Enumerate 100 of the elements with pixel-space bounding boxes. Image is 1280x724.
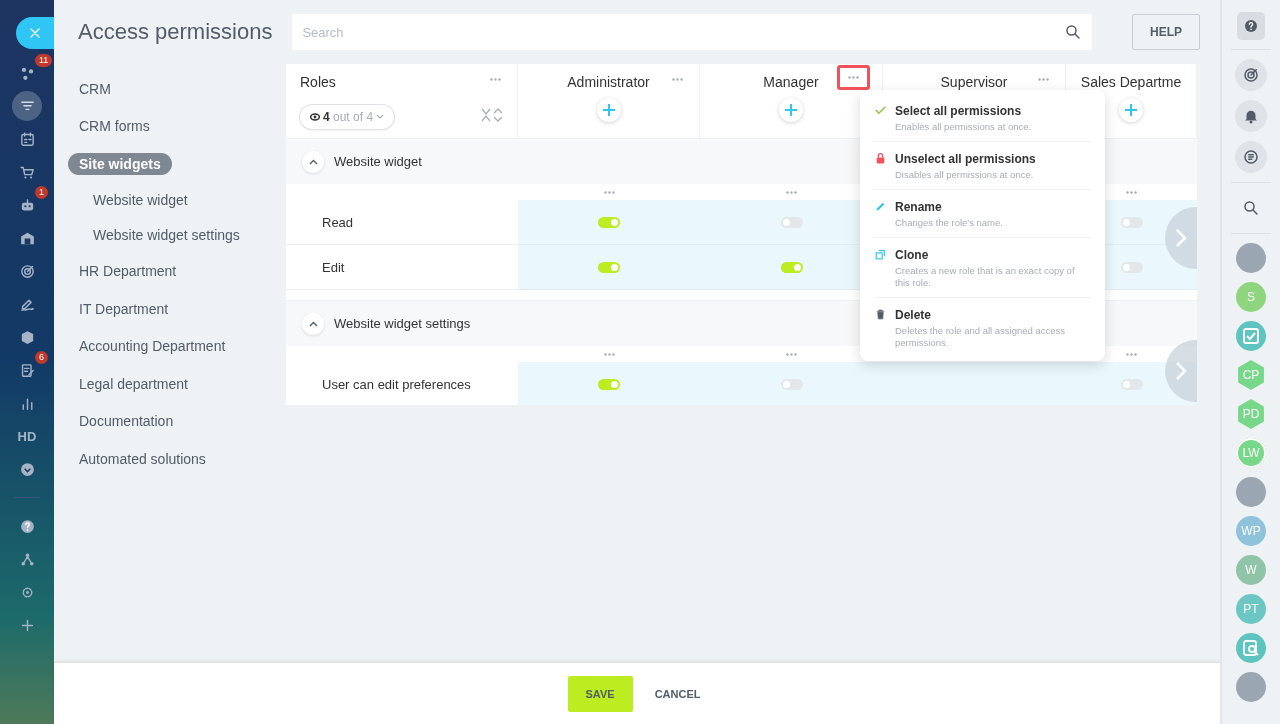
chevron-right-icon (1175, 361, 1187, 381)
sidebar-item[interactable] (12, 91, 42, 121)
sidebar-item[interactable] (18, 517, 36, 535)
sidebar-item[interactable] (18, 130, 36, 148)
more-icon (490, 78, 501, 81)
nav-item[interactable]: Legal department (68, 372, 199, 395)
search-icon (1064, 23, 1082, 41)
role-name: Manager (763, 74, 819, 90)
visible-roles-filter[interactable]: 4 out of 4 (300, 105, 395, 129)
search-icon[interactable] (1242, 199, 1260, 217)
menu-item[interactable]: Clone Creates a new role that is an exact copy of this role. (874, 238, 1091, 298)
chevron-down-icon (376, 114, 385, 120)
permission-toggle[interactable] (780, 261, 803, 273)
nav-item[interactable]: IT Department (68, 297, 180, 320)
add-button[interactable] (779, 98, 803, 122)
cancel-button[interactable]: CANCEL (648, 686, 707, 701)
plus-icon (1124, 103, 1138, 117)
sidebar-item[interactable] (18, 262, 36, 280)
menu-item-description: Creates a new role that is an exact copy of this role. (895, 265, 1076, 289)
more-icon (786, 190, 797, 194)
save-button[interactable]: SAVE (567, 675, 633, 712)
menu-item-description: Enables all permissions at once. (895, 121, 1032, 133)
menu-item[interactable]: Unselect all permissions Disables all permissions at once. (874, 142, 1091, 190)
collapse-icon[interactable] (481, 108, 491, 122)
user-avatar[interactable] (1236, 672, 1266, 702)
menu-item[interactable]: Select all permissions Enables all permissions at once. (874, 94, 1091, 142)
help-button[interactable]: HELP (1132, 14, 1200, 50)
more-button[interactable] (837, 65, 870, 90)
calendar-icon (18, 130, 36, 148)
nav-item[interactable]: CRM (68, 77, 122, 100)
task-icon[interactable] (1243, 328, 1259, 344)
sidebar-item[interactable]: HD (12, 421, 42, 451)
add-button[interactable] (1119, 98, 1143, 122)
collapse-toggle[interactable] (302, 312, 324, 335)
more-icon (848, 76, 859, 79)
nav-item[interactable]: HR Department (68, 260, 188, 283)
user-avatar[interactable] (1236, 477, 1266, 507)
notification-badge: 6 (35, 351, 48, 364)
collapse-toggle[interactable] (302, 150, 324, 173)
chat-icon[interactable] (1242, 148, 1260, 166)
chevron-up-icon (308, 158, 318, 165)
more-icon (1038, 78, 1049, 81)
copy-icon (874, 248, 887, 261)
permission-label: Edit (322, 259, 345, 275)
menu-item-title: Select all permissions (895, 104, 1023, 118)
permission-toggle[interactable] (1120, 261, 1143, 273)
section-title: Website widget settings (334, 316, 471, 331)
permission-toggle[interactable] (1120, 378, 1143, 390)
add-button[interactable] (596, 98, 621, 122)
more-icon (1126, 190, 1137, 194)
plus-icon (601, 103, 616, 117)
lock-icon (874, 152, 887, 165)
sidebar-item[interactable] (18, 460, 36, 478)
menu-item-title: Rename (895, 200, 943, 214)
nav-subitem[interactable]: Website widget (82, 189, 199, 211)
more-icon (786, 352, 797, 356)
help-button[interactable] (1237, 12, 1265, 40)
chevron-right-icon (1175, 228, 1187, 248)
more-icon (1126, 352, 1137, 356)
help-icon (18, 517, 36, 535)
nav-item[interactable]: CRM forms (68, 115, 161, 138)
group-avatar[interactable] (1236, 243, 1266, 273)
menu-item-title: Clone (895, 248, 930, 262)
more-icon (603, 190, 615, 194)
help-icon (1243, 18, 1259, 34)
nav-subitem[interactable]: Website widget settings (82, 224, 251, 246)
menu-item-title: Unselect all permissions (895, 152, 1036, 166)
search-field[interactable]: Search (292, 14, 1092, 50)
nav-item[interactable]: Automated solutions (68, 447, 217, 470)
permission-label: Read (322, 214, 354, 230)
role-name: Administrator (567, 74, 650, 90)
more-icon (603, 352, 615, 356)
nav-item[interactable]: Site widgets (68, 152, 172, 175)
permission-toggle[interactable] (598, 261, 620, 273)
permission-toggle[interactable] (598, 216, 620, 228)
chevron-down-icon (18, 460, 36, 478)
menu-item-description: Deletes the role and all assigned access permissions. (895, 325, 1067, 349)
nav-item[interactable]: Documentation (68, 410, 185, 433)
permission-toggle[interactable] (598, 378, 620, 390)
expand-icon[interactable] (493, 108, 503, 122)
permission-toggle[interactable] (780, 378, 803, 390)
nav-item[interactable]: Accounting Department (68, 335, 237, 358)
permission-label: User can edit preferences (322, 376, 471, 392)
target-icon[interactable] (1242, 66, 1260, 84)
menu-item-description: Disables all permissions at once. (895, 169, 1035, 181)
permission-toggle[interactable] (780, 216, 803, 228)
target-icon (18, 262, 36, 280)
close-button[interactable] (16, 17, 54, 49)
eye-icon (310, 113, 320, 121)
menu-item[interactable]: Rename Changes the role's name. (874, 190, 1091, 238)
permission-toggle[interactable] (1120, 216, 1143, 228)
more-icon (672, 78, 683, 81)
pencil-icon (874, 200, 887, 213)
document-search-icon[interactable] (1243, 640, 1259, 656)
notification-badge: 11 (35, 54, 53, 67)
page-title: Access permissions (78, 18, 273, 46)
menu-item[interactable]: Delete Deletes the role and all assigned access permissions. (874, 298, 1091, 357)
menu-item-title: Delete (895, 308, 933, 322)
role-name: Sales Departme (1080, 74, 1182, 90)
plus-icon (784, 103, 798, 117)
